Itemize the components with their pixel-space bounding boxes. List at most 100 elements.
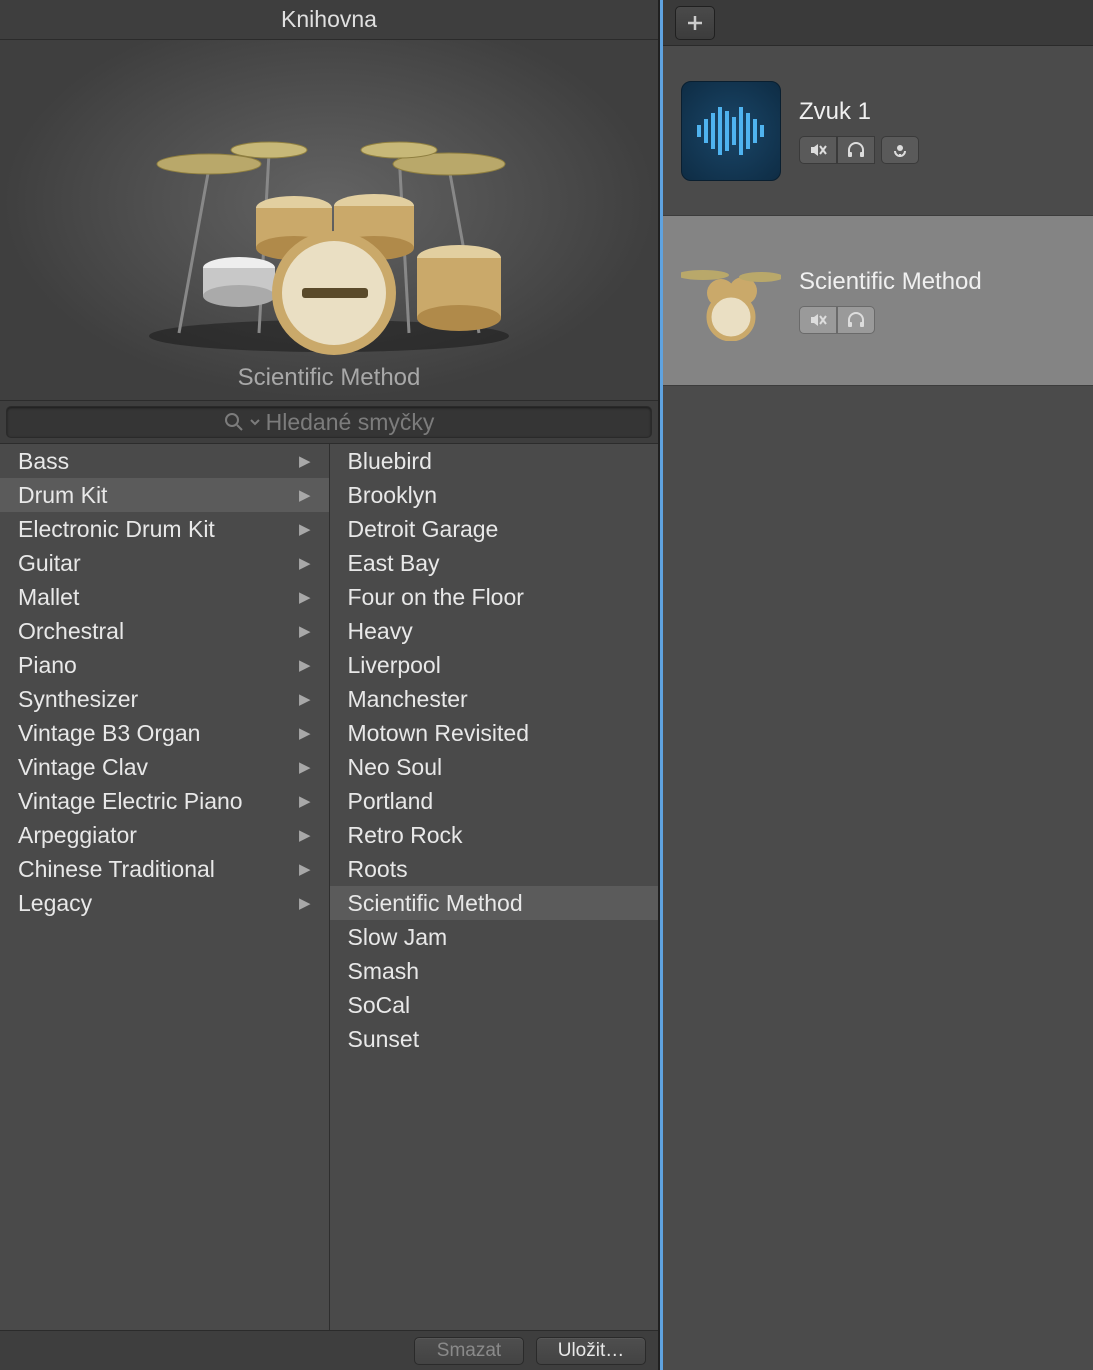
track-row[interactable]: Zvuk 1 (663, 46, 1093, 216)
category-item[interactable]: Guitar ▶ (0, 546, 329, 580)
chevron-right-icon: ▶ (299, 656, 311, 674)
chevron-right-icon: ▶ (299, 758, 311, 776)
category-item[interactable]: Electronic Drum Kit▶ (0, 512, 329, 546)
chevron-right-icon: ▶ (299, 792, 311, 810)
category-item[interactable]: Vintage Clav▶ (0, 750, 329, 784)
preset-item[interactable]: Liverpool (330, 648, 659, 682)
preset-label: Slow Jam (348, 924, 448, 951)
library-panel: Knihovna (0, 0, 660, 1370)
mute-button[interactable] (799, 306, 837, 334)
category-label: Drum Kit (18, 482, 107, 509)
preset-label: Sunset (348, 1026, 420, 1053)
tracks-header (663, 0, 1093, 46)
input-icon (891, 142, 909, 158)
category-item[interactable]: Synthesizer▶ (0, 682, 329, 716)
chevron-right-icon: ▶ (299, 826, 311, 844)
add-track-button[interactable] (675, 6, 715, 40)
preset-label: Portland (348, 788, 434, 815)
save-button[interactable]: Uložit… (536, 1337, 646, 1365)
preset-label: East Bay (348, 550, 440, 577)
preset-item[interactable]: SoCal (330, 988, 659, 1022)
category-item[interactable]: Chinese Traditional ▶ (0, 852, 329, 886)
preset-item[interactable]: Retro Rock (330, 818, 659, 852)
preset-label: Bluebird (348, 448, 432, 475)
delete-button[interactable]: Smazat (414, 1337, 524, 1365)
category-item[interactable]: Mallet▶ (0, 580, 329, 614)
solo-button[interactable] (837, 136, 875, 164)
preset-item[interactable]: Four on the Floor (330, 580, 659, 614)
chevron-right-icon: ▶ (299, 520, 311, 538)
category-label: Piano (18, 652, 77, 679)
preset-item[interactable]: Brooklyn (330, 478, 659, 512)
track-controls (799, 136, 919, 164)
preset-item[interactable]: Scientific Method (330, 886, 659, 920)
track-controls (799, 306, 982, 334)
category-item[interactable]: Arpeggiator ▶ (0, 818, 329, 852)
preset-label: Detroit Garage (348, 516, 499, 543)
chevron-right-icon: ▶ (299, 860, 311, 878)
category-label: Legacy (18, 890, 92, 917)
preset-item[interactable]: Motown Revisited (330, 716, 659, 750)
category-label: Arpeggiator (18, 822, 137, 849)
preset-item[interactable]: Manchester (330, 682, 659, 716)
category-item[interactable]: Legacy ▶ (0, 886, 329, 920)
chevron-right-icon: ▶ (299, 452, 311, 470)
track-name: Scientific Method (799, 268, 982, 296)
preset-item[interactable]: Detroit Garage (330, 512, 659, 546)
solo-button[interactable] (837, 306, 875, 334)
track-row[interactable]: Scientific Method (663, 216, 1093, 386)
preset-label: Scientific Method (348, 890, 523, 917)
preset-item[interactable]: Neo Soul (330, 750, 659, 784)
search-row: Hledané smyčky (0, 400, 658, 444)
tracks-list: Zvuk 1 Scientific Method (663, 46, 1093, 1370)
chevron-right-icon: ▶ (299, 894, 311, 912)
mute-button[interactable] (799, 136, 837, 164)
categories-column[interactable]: Bass▶Drum Kit▶Electronic Drum Kit▶Guitar… (0, 444, 330, 1330)
preset-item[interactable]: Roots (330, 852, 659, 886)
preset-item[interactable]: East Bay (330, 546, 659, 580)
preset-label: SoCal (348, 992, 411, 1019)
preset-label: Smash (348, 958, 420, 985)
presets-column[interactable]: Bluebird Brooklyn Detroit Garage East Bay Fo… (330, 444, 659, 1330)
preset-item[interactable]: Sunset (330, 1022, 659, 1056)
preset-item[interactable]: Smash (330, 954, 659, 988)
preset-label: Manchester (348, 686, 468, 713)
track-name: Zvuk 1 (799, 98, 919, 126)
browser-columns: Bass▶Drum Kit▶Electronic Drum Kit▶Guitar… (0, 444, 658, 1330)
category-item[interactable]: Vintage B3 Organ▶ (0, 716, 329, 750)
drumkit-image (119, 98, 539, 358)
preset-label: Roots (348, 856, 408, 883)
preset-label: Motown Revisited (348, 720, 530, 747)
chevron-right-icon: ▶ (299, 588, 311, 606)
category-item[interactable]: Drum Kit ▶ (0, 478, 329, 512)
preset-label: Heavy (348, 618, 413, 645)
preset-item[interactable]: Slow Jam (330, 920, 659, 954)
category-item[interactable]: Vintage Electric Piano▶ (0, 784, 329, 818)
category-label: Vintage B3 Organ (18, 720, 200, 747)
search-icon (224, 412, 244, 432)
preset-item[interactable]: Portland (330, 784, 659, 818)
input-monitor-button[interactable] (881, 136, 919, 164)
search-input[interactable]: Hledané smyčky (6, 406, 652, 438)
search-placeholder: Hledané smyčky (266, 409, 435, 436)
category-item[interactable]: Orchestral▶ (0, 614, 329, 648)
chevron-right-icon: ▶ (299, 554, 311, 572)
tracks-panel: Zvuk 1 Scientific Method (660, 0, 1093, 1370)
category-label: Chinese Traditional (18, 856, 215, 883)
chevron-down-icon (250, 417, 260, 427)
category-item[interactable]: Piano ▶ (0, 648, 329, 682)
category-label: Orchestral (18, 618, 124, 645)
chevron-right-icon: ▶ (299, 486, 311, 504)
library-footer: Smazat Uložit… (0, 1330, 658, 1370)
preview-label: Scientific Method (238, 364, 421, 392)
preset-label: Retro Rock (348, 822, 463, 849)
preset-item[interactable]: Bluebird (330, 444, 659, 478)
chevron-right-icon: ▶ (299, 690, 311, 708)
drumkit-thumbnail-icon (681, 251, 781, 351)
preset-item[interactable]: Heavy (330, 614, 659, 648)
preset-preview: Scientific Method (0, 40, 658, 400)
category-item[interactable]: Bass▶ (0, 444, 329, 478)
headphones-icon (846, 312, 866, 328)
category-label: Guitar (18, 550, 81, 577)
mute-icon (809, 142, 827, 158)
